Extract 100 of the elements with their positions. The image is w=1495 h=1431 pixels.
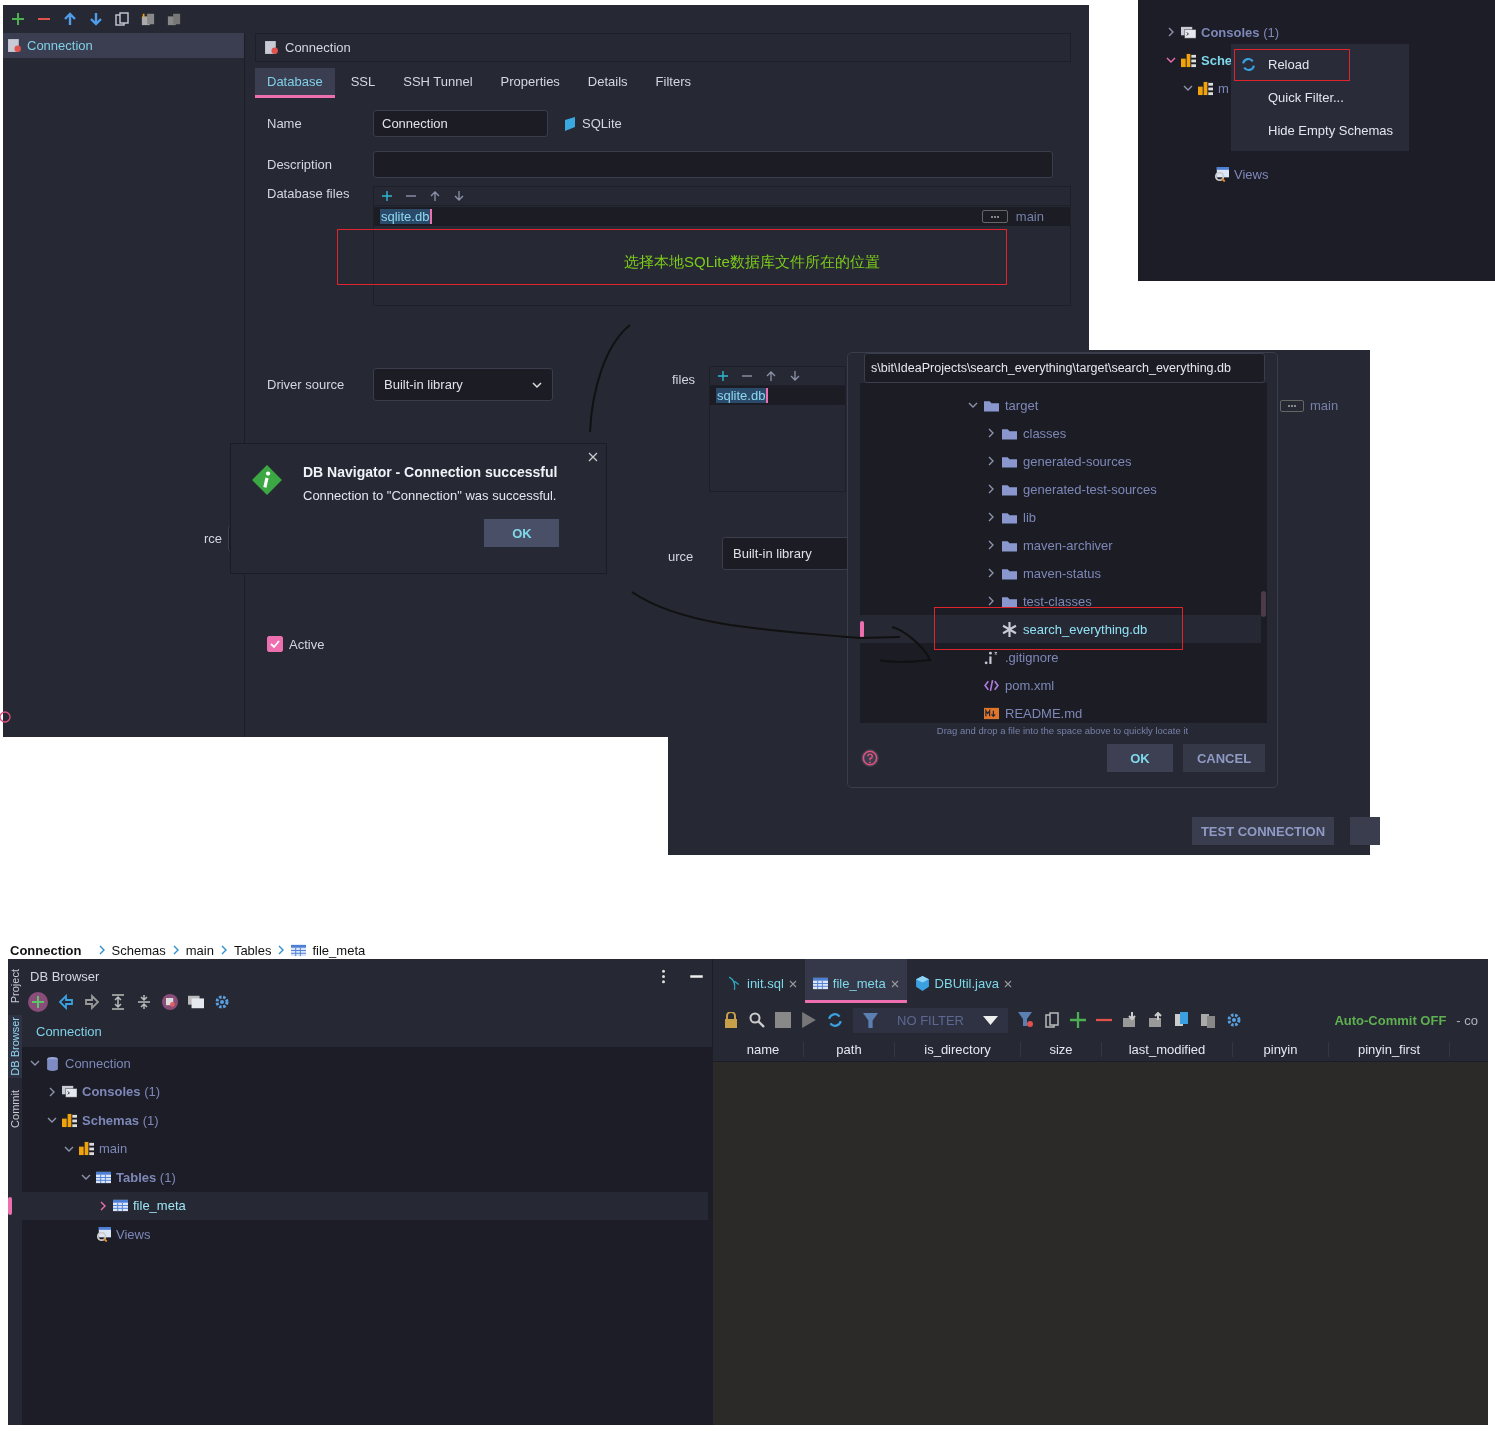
copy-icon[interactable] xyxy=(115,12,129,26)
tab[interactable]: SSH Tunnel xyxy=(391,68,485,98)
tab[interactable]: Filters xyxy=(643,68,703,98)
menu-item[interactable]: Quick Filter... xyxy=(1231,81,1409,114)
arrow-left-icon[interactable] xyxy=(58,994,74,1010)
column-header[interactable]: pinyin_first xyxy=(1329,1041,1450,1057)
plus-icon[interactable] xyxy=(11,12,25,26)
file-tree-item[interactable]: pom.xml xyxy=(1005,677,1055,693)
breadcrumb-item[interactable]: main xyxy=(185,942,214,958)
tree-item[interactable]: Schemas (1) xyxy=(82,1112,159,1128)
auto-commit-status[interactable]: Auto-Commit OFF xyxy=(1334,1012,1447,1028)
chevron-right-icon[interactable] xyxy=(986,428,996,438)
tree-item[interactable]: m xyxy=(1218,80,1229,96)
file-tree-item[interactable]: generated-sources xyxy=(1023,453,1132,469)
chevron-right-icon[interactable] xyxy=(986,540,996,550)
chevron-down-icon[interactable] xyxy=(968,400,978,410)
search-icon[interactable] xyxy=(749,1012,765,1028)
document-icon[interactable] xyxy=(1174,1012,1190,1028)
tab[interactable]: Properties xyxy=(488,68,572,98)
plus-icon[interactable] xyxy=(1070,1012,1086,1028)
browse-button[interactable] xyxy=(981,210,1008,223)
tree-item[interactable]: Connection xyxy=(65,1055,131,1071)
ok-button[interactable]: OK xyxy=(484,519,560,547)
description-field[interactable] xyxy=(373,151,1053,178)
collapse-all-icon[interactable] xyxy=(136,994,152,1010)
chevron-right-icon[interactable] xyxy=(986,596,996,606)
arrow-up-icon[interactable] xyxy=(63,12,77,26)
side-tab[interactable]: Commit xyxy=(8,1087,22,1130)
clear-filter-icon[interactable] xyxy=(1018,1012,1034,1028)
file-tree-item[interactable]: README.md xyxy=(1005,705,1083,721)
tab[interactable]: SSL xyxy=(338,68,388,98)
editor-tab[interactable]: file_meta xyxy=(804,959,907,1003)
chevron-right-icon[interactable] xyxy=(986,484,996,494)
file-tree-item[interactable]: classes xyxy=(1023,425,1067,441)
documents-icon[interactable] xyxy=(1200,1012,1216,1028)
copy-icon[interactable] xyxy=(1044,1012,1060,1028)
tree-item[interactable]: Views xyxy=(116,1226,151,1242)
arrow-down-icon[interactable] xyxy=(89,12,103,26)
console-icon[interactable] xyxy=(188,994,204,1010)
breadcrumb-item[interactable]: Connection xyxy=(10,942,82,958)
side-tab[interactable]: DB Browser xyxy=(8,1015,22,1078)
tree-item[interactable]: Consoles (1) xyxy=(1201,24,1280,40)
file-tree-item[interactable]: lib xyxy=(1023,509,1036,525)
menu-item[interactable]: Reload xyxy=(1231,48,1409,81)
chevron-right-icon[interactable] xyxy=(986,512,996,522)
file-tree-item[interactable]: maven-status xyxy=(1023,565,1102,581)
close-icon[interactable] xyxy=(1003,979,1012,988)
breadcrumb-item[interactable]: Schemas xyxy=(111,942,166,958)
connection-list-item[interactable]: Connection xyxy=(3,33,244,58)
chevron-right-icon[interactable] xyxy=(986,456,996,466)
breadcrumb-item[interactable]: file_meta xyxy=(312,942,366,958)
file-path-field[interactable]: sqlite.db xyxy=(380,209,433,224)
close-icon[interactable] xyxy=(788,979,797,988)
column-header[interactable]: is_directory xyxy=(895,1041,1021,1057)
breadcrumb-item[interactable]: Tables xyxy=(233,942,272,958)
settings-badge-icon[interactable] xyxy=(162,994,178,1010)
tab[interactable]: Database xyxy=(255,68,335,98)
tree-item[interactable]: Sche xyxy=(1201,52,1233,68)
tree-item[interactable]: file_meta xyxy=(133,1198,186,1214)
arrow-right-icon[interactable] xyxy=(84,994,100,1010)
arrow-down-icon[interactable] xyxy=(454,191,464,201)
path-field[interactable]: s\bit\IdeaProjects\search_everything\target\search_everything.db xyxy=(864,353,1265,383)
export-icon[interactable] xyxy=(1148,1012,1164,1028)
tree-item[interactable]: Consoles (1) xyxy=(82,1084,161,1100)
plus-icon[interactable] xyxy=(382,191,392,201)
reload-icon[interactable] xyxy=(827,1012,843,1028)
import-icon[interactable] xyxy=(141,12,155,26)
file-tree-item[interactable]: generated-test-sources xyxy=(1023,481,1157,497)
column-header[interactable]: path xyxy=(804,1041,895,1057)
column-header[interactable]: last_modified xyxy=(1102,1041,1233,1057)
chevron-right-icon[interactable] xyxy=(986,568,996,578)
menu-item[interactable]: Hide Empty Schemas xyxy=(1231,114,1409,147)
close-icon[interactable] xyxy=(588,452,598,462)
file-tree-item[interactable]: search_everything.db xyxy=(1023,621,1148,637)
file-tree-item[interactable]: test-classes xyxy=(1023,593,1092,609)
editor-tab[interactable]: init.sql xyxy=(719,959,805,1003)
cancel-button[interactable]: CANCEL xyxy=(1183,744,1265,772)
file-tree-item[interactable]: .gitignore xyxy=(1005,649,1059,665)
scrollbar[interactable] xyxy=(1261,591,1266,617)
help-icon[interactable] xyxy=(0,711,11,723)
chevron-right-icon[interactable] xyxy=(47,1086,57,1097)
expand-all-icon[interactable] xyxy=(110,994,126,1010)
driver-source-dropdown[interactable]: Built-in library xyxy=(373,368,553,401)
play-icon[interactable] xyxy=(801,1012,817,1028)
editor-tab[interactable]: DBUtil.java xyxy=(906,959,1020,1003)
test-connection-button[interactable]: TEST CONNECTION xyxy=(1192,817,1334,845)
tab[interactable]: Details xyxy=(575,68,640,98)
name-field[interactable]: Connection xyxy=(373,110,548,137)
plus-icon[interactable] xyxy=(718,371,728,381)
arrow-up-icon[interactable] xyxy=(430,191,440,201)
file-tree-item[interactable]: maven-archiver xyxy=(1023,537,1113,553)
lock-icon[interactable] xyxy=(723,1012,739,1028)
arrow-down-icon[interactable] xyxy=(790,371,800,381)
chevron-down-icon[interactable] xyxy=(1183,83,1193,93)
tree-item[interactable]: main xyxy=(99,1141,128,1157)
add-icon[interactable] xyxy=(28,992,48,1012)
settings-icon[interactable] xyxy=(1226,1012,1242,1028)
column-header[interactable]: size xyxy=(1021,1041,1102,1057)
checkbox[interactable] xyxy=(267,636,283,652)
column-header[interactable]: name xyxy=(723,1041,804,1057)
